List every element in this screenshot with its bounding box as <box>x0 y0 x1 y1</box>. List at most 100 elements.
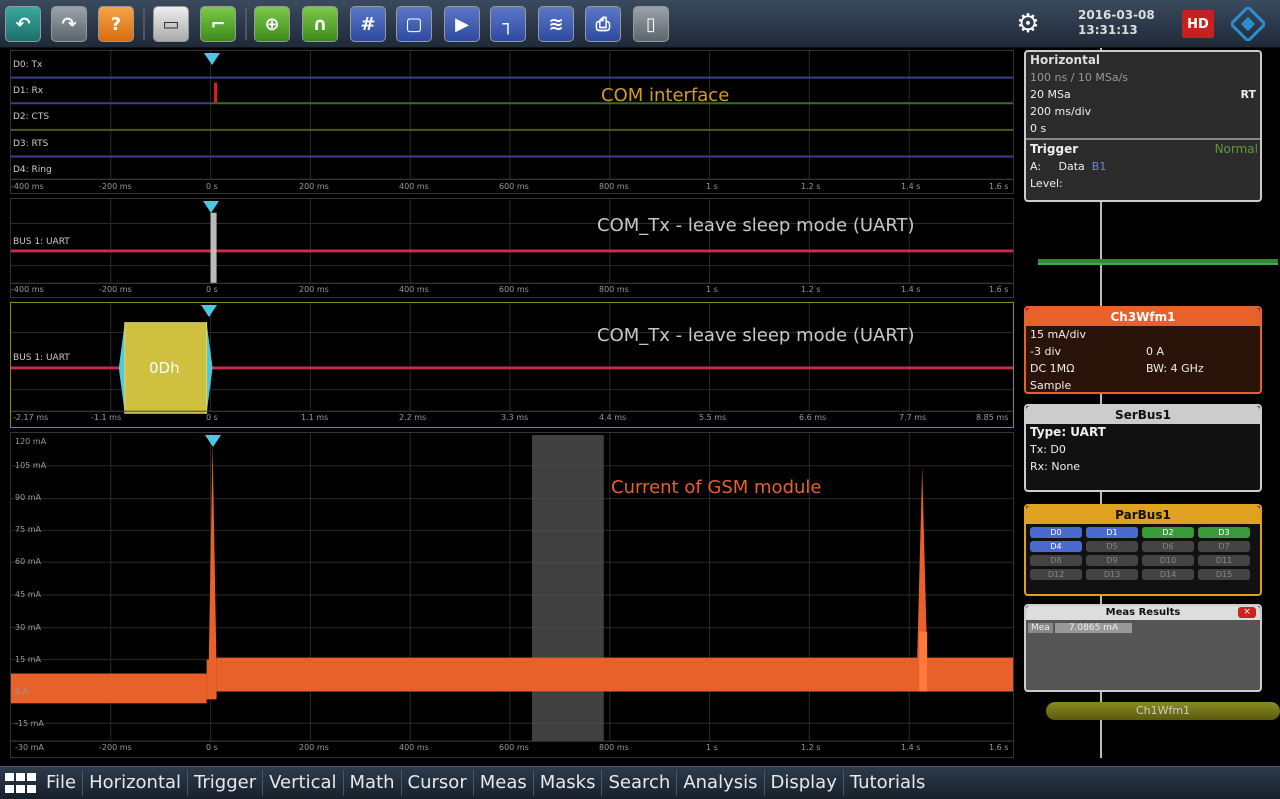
x-tick-label: 200 ms <box>299 743 329 752</box>
close-icon[interactable]: × <box>1238 607 1256 618</box>
bus-diagram[interactable]: BUS 1: UART COM_Tx - leave sleep mode (U… <box>10 198 1014 298</box>
x-tick-label: 800 ms <box>599 743 629 752</box>
tick-label: -1.1 ms <box>91 413 122 422</box>
parbus-bit[interactable]: D6 <box>1142 541 1194 552</box>
tick-label: 1.4 s <box>901 182 921 191</box>
hd-badge[interactable]: HD <box>1182 10 1214 38</box>
tick-label: 1 s <box>706 285 718 294</box>
parbus-bit[interactable]: D11 <box>1198 555 1250 566</box>
mask-icon[interactable]: ▢ <box>396 6 432 42</box>
menu-bar: File Horizontal Trigger Vertical Math Cu… <box>0 766 1280 799</box>
menu-trigger[interactable]: Trigger <box>188 770 264 796</box>
parbus-bit[interactable]: D12 <box>1030 569 1082 580</box>
parbus-bit[interactable]: D2 <box>1142 527 1194 538</box>
parbus-bit[interactable]: D9 <box>1086 555 1138 566</box>
menu-meas[interactable]: Meas <box>474 770 534 796</box>
parbus-bit[interactable]: D15 <box>1198 569 1250 580</box>
redo-icon[interactable]: ↷ <box>51 6 87 42</box>
autoset-icon[interactable]: ⌐ <box>200 6 236 42</box>
menu-masks[interactable]: Masks <box>534 770 603 796</box>
ch3-bandwidth: BW: 4 GHz <box>1146 362 1204 375</box>
ch3-position: 0 A <box>1146 345 1165 358</box>
menu-display[interactable]: Display <box>765 770 844 796</box>
gear-icon[interactable]: ⚙ <box>1010 6 1046 42</box>
menu-tutorials[interactable]: Tutorials <box>844 770 932 796</box>
help-icon[interactable]: ? <box>98 6 134 42</box>
parbus-box[interactable]: ParBus1 D0 D1 D2 D3 D4 D5 D6 D7 D8 D9 D10 D11 D12… <box>1024 504 1262 596</box>
menu-search[interactable]: Search <box>602 770 678 796</box>
parbus-bit[interactable]: D4 <box>1030 541 1082 552</box>
history-icon[interactable]: ▶ <box>444 6 480 42</box>
menu-cursor[interactable]: Cursor <box>402 770 474 796</box>
channel-label: D2: CTS <box>13 112 50 122</box>
trigger-marker-icon[interactable] <box>203 201 219 213</box>
mini-waveform[interactable] <box>1038 240 1278 280</box>
tick-label: 0 s <box>206 285 218 294</box>
fft-icon[interactable]: # <box>350 6 386 42</box>
cursor-icon[interactable]: ┐ <box>490 6 526 42</box>
tick-label: 200 ms <box>299 285 329 294</box>
menu-math[interactable]: Math <box>344 770 402 796</box>
meas-title[interactable]: Meas Results <box>1026 606 1260 620</box>
parbus-bit[interactable]: D0 <box>1030 527 1082 538</box>
y-tick-label: 75 mA <box>15 525 41 534</box>
current-diagram[interactable]: Current of GSM module 120 mA 105 mA 90 m… <box>10 432 1014 758</box>
ch3-title[interactable]: Ch3Wfm1 <box>1026 308 1260 326</box>
menu-analysis[interactable]: Analysis <box>677 770 765 796</box>
zoom-icon[interactable]: ⊕ <box>254 6 290 42</box>
horizontal-row: 20 MSa <box>1030 88 1071 101</box>
trigger-source: B1 <box>1091 160 1107 173</box>
trigger-marker-icon[interactable] <box>204 53 220 65</box>
diagram-title: COM interface <box>601 85 730 106</box>
delete-icon[interactable]: ▯ <box>633 6 669 42</box>
acq-mode: RT <box>1240 88 1256 101</box>
open-folder-icon[interactable]: ▭ <box>153 6 189 42</box>
trigger-marker-icon[interactable] <box>201 305 217 317</box>
apps-grid-icon[interactable] <box>0 767 40 799</box>
tick-label: 2.2 ms <box>399 413 427 422</box>
serbus-type: Type: UART <box>1030 425 1106 439</box>
serbus-title[interactable]: SerBus1 <box>1026 406 1260 424</box>
menu-file[interactable]: File <box>40 770 84 796</box>
serbus-tx: Tx: D0 <box>1030 443 1066 456</box>
logic-diagram[interactable]: D0: Tx D1: Rx D2: CTS D3: RTS D4: Ring C… <box>10 50 1014 194</box>
parbus-bit[interactable]: D13 <box>1086 569 1138 580</box>
y-tick-label: 60 mA <box>15 557 41 566</box>
parbus-bit[interactable]: D3 <box>1198 527 1250 538</box>
y-tick-label: 30 mA <box>15 623 41 632</box>
parbus-bit[interactable]: D8 <box>1030 555 1082 566</box>
y-tick-label: 15 mA <box>15 655 41 664</box>
meas-results-box[interactable]: Meas Results × Mea 7.0865 mA <box>1024 604 1262 692</box>
parbus-bit[interactable]: D1 <box>1086 527 1138 538</box>
parbus-bit[interactable]: D7 <box>1198 541 1250 552</box>
diagram-title: COM_Tx - leave sleep mode (UART) <box>597 215 915 236</box>
oscilloscope-screen: ↶ ↷ ? ▭ ⌐ ⊕ ∩ # ▢ ▶ ┐ ≋ ⎙ ▯ ⚙ 2016-03-08… <box>0 0 1280 799</box>
trigger-mode: Normal <box>1214 142 1258 156</box>
serbus-box[interactable]: SerBus1 Type: UART Tx: D0 Rx: None <box>1024 404 1262 492</box>
parbus-bit[interactable]: D10 <box>1142 555 1194 566</box>
y-tick-label: 120 mA <box>15 437 47 446</box>
ch1-tab[interactable]: Ch1Wfm1 <box>1046 702 1280 720</box>
undo-icon[interactable]: ↶ <box>5 6 41 42</box>
parbus-bit[interactable]: D14 <box>1142 569 1194 580</box>
trigger-marker-icon[interactable] <box>205 435 221 447</box>
tick-label: 600 ms <box>499 182 529 191</box>
trigger-title: Trigger <box>1030 142 1079 156</box>
parbus-title[interactable]: ParBus1 <box>1026 506 1260 524</box>
parbus-bit[interactable]: D5 <box>1086 541 1138 552</box>
meas-value: 7.0865 mA <box>1054 623 1133 633</box>
find-level-icon[interactable]: ∩ <box>302 6 338 42</box>
reference-icon[interactable]: ≋ <box>538 6 574 42</box>
menu-horizontal[interactable]: Horizontal <box>83 770 189 796</box>
tick-label: -400 ms <box>11 285 44 294</box>
x-tick-label: 400 ms <box>399 743 429 752</box>
date-text: 2016-03-08 <box>1078 8 1155 22</box>
signal-bar: Horizontal 100 ns / 10 MSa/s 20 MSa RT 20… <box>1018 48 1280 758</box>
diagram-title: Current of GSM module <box>611 477 822 498</box>
bus-zoom-diagram[interactable]: BUS 1: UART 0Dh COM_Tx - leave sleep mod… <box>10 302 1014 428</box>
uart-frame-value[interactable]: 0Dh <box>149 359 180 377</box>
ch3-box[interactable]: Ch3Wfm1 15 mA/div -3 div 0 A DC 1MΩ BW: 4 … <box>1024 306 1262 394</box>
menu-vertical[interactable]: Vertical <box>263 770 344 796</box>
print-icon[interactable]: ⎙ <box>585 6 621 42</box>
horizontal-trigger-box[interactable]: Horizontal 100 ns / 10 MSa/s 20 MSa RT 20… <box>1024 50 1262 202</box>
